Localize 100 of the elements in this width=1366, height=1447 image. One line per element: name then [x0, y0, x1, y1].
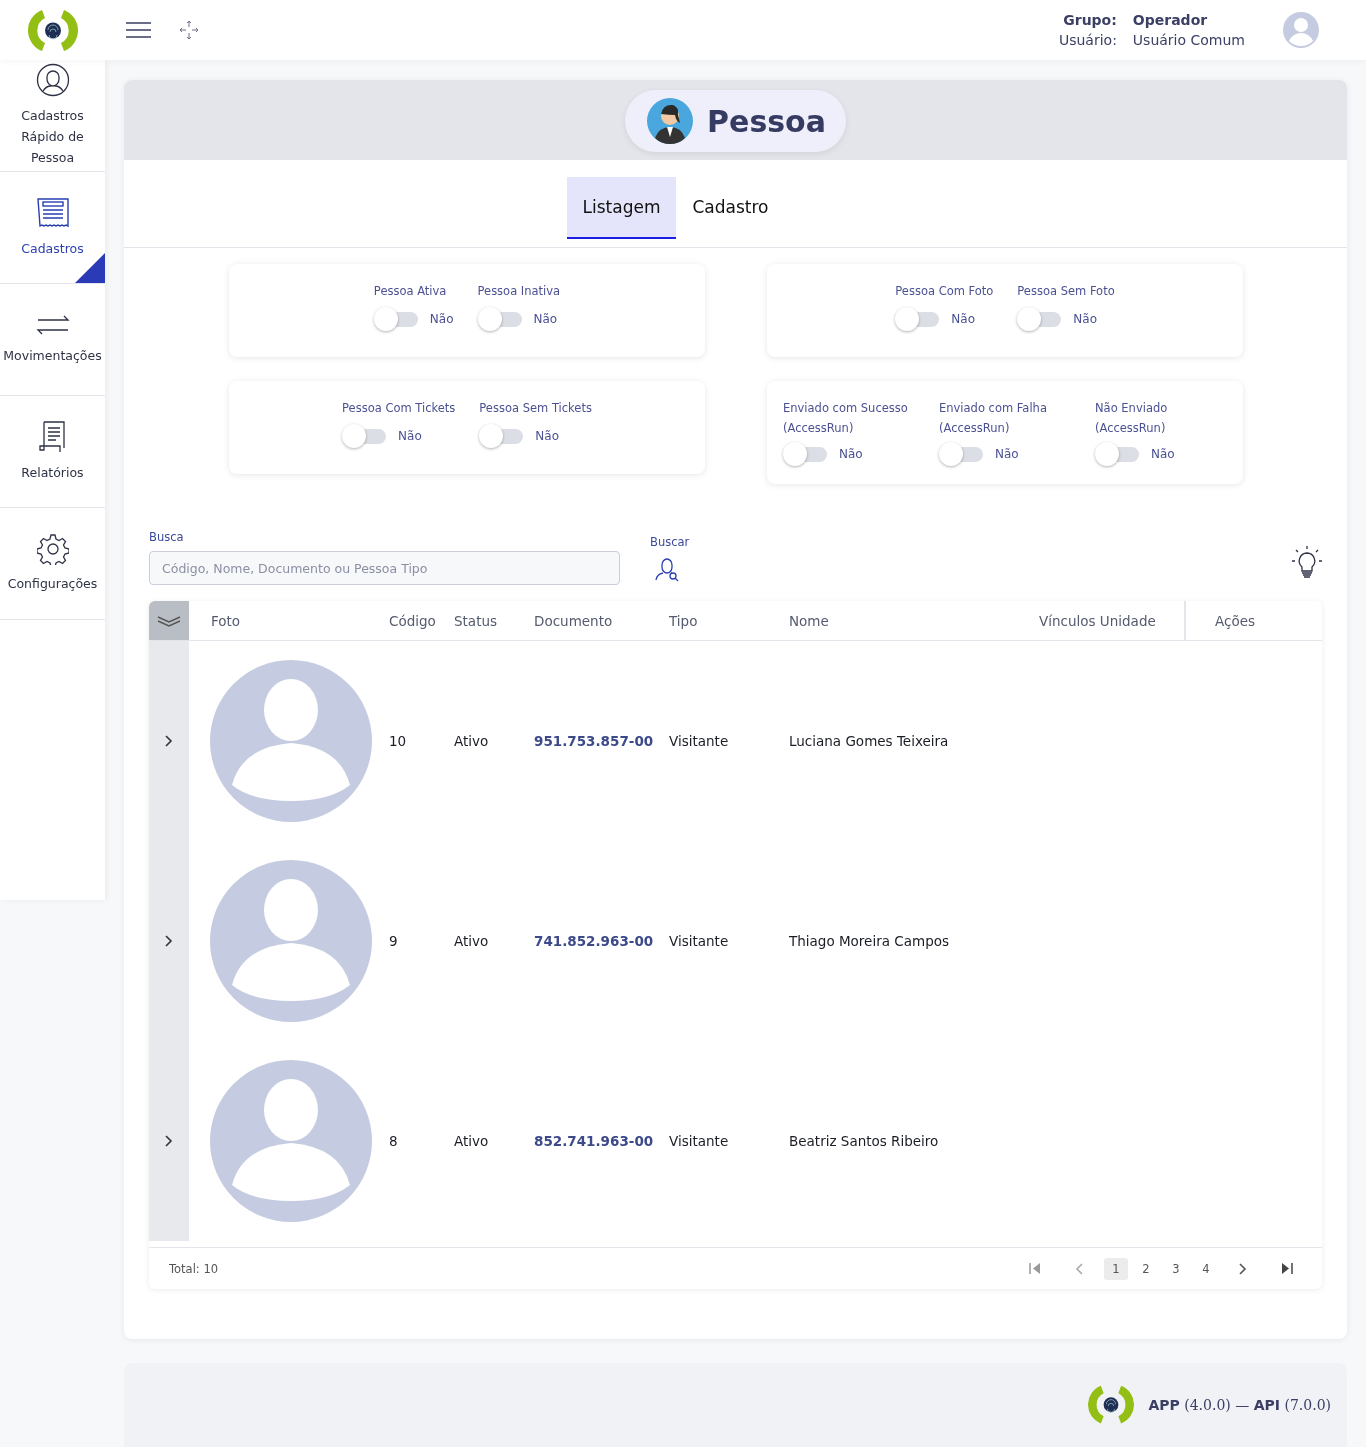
double-chevron-icon — [157, 614, 181, 627]
table-cell-text: 10 — [389, 733, 408, 749]
toggle-switch[interactable] — [342, 426, 387, 446]
fullscreen-button[interactable] — [179, 20, 199, 40]
toggle-value: Não — [995, 447, 1019, 461]
fingerprint-logo — [1088, 1384, 1135, 1426]
chevron-right-icon — [165, 735, 173, 747]
filter-label: Pessoa Sem Tickets — [479, 400, 592, 417]
table-cell-text: 9 — [389, 933, 399, 949]
chevron-right-icon — [165, 1135, 173, 1147]
tab[interactable]: Listagem — [566, 177, 677, 239]
chevron-right-icon — [165, 935, 173, 947]
chevron-left-icon — [1075, 1262, 1083, 1275]
group-value: Operador — [1132, 12, 1209, 28]
user-value: Usuário Comum — [1132, 32, 1245, 48]
column-header: Ações — [1184, 601, 1282, 640]
page-button[interactable]: 1 — [1104, 1257, 1128, 1280]
user-avatar-icon[interactable] — [1283, 12, 1319, 48]
page-button[interactable]: 4 — [1194, 1257, 1218, 1280]
page-title: Pessoa — [707, 103, 826, 139]
swap-arrows-icon — [35, 313, 70, 337]
table-cell-text: Ativo — [454, 733, 490, 749]
toggle-switch[interactable] — [1017, 309, 1062, 329]
expand-row-button[interactable] — [165, 1135, 173, 1147]
toggle-switch[interactable] — [895, 309, 940, 329]
column-header: Vínculos Unidade — [1039, 612, 1157, 629]
column-header: Nome — [789, 612, 830, 629]
total-count: Total: 10 — [169, 1261, 219, 1276]
column-header: Foto — [210, 612, 242, 629]
toggle-switch[interactable] — [373, 309, 418, 329]
toggle-value: Não — [429, 312, 454, 326]
person-icon — [35, 63, 70, 97]
toggle-switch[interactable] — [477, 309, 522, 329]
expand-row-button[interactable] — [165, 735, 173, 747]
lightbulb-icon — [1291, 545, 1323, 579]
tab[interactable]: Cadastro — [676, 177, 785, 239]
fingerprint-logo — [28, 7, 78, 53]
menu-button[interactable] — [126, 22, 151, 38]
table-cell-text: Visitante — [669, 733, 730, 749]
move-arrows-icon — [179, 20, 199, 40]
search-label: Busca — [149, 530, 185, 544]
toggle-value: Não — [398, 429, 422, 443]
search-button-label: Buscar — [650, 535, 690, 549]
settings-icon — [36, 533, 69, 565]
toggle-value: Não — [1151, 447, 1175, 461]
column-header: Código — [389, 612, 437, 629]
filter-label: Pessoa Sem Foto — [1017, 283, 1115, 300]
filter-label: Não Enviado (AccessRun) — [1095, 400, 1169, 437]
page-button[interactable]: 2 — [1134, 1257, 1158, 1280]
expand-row-button[interactable] — [165, 935, 173, 947]
last-page-icon — [1281, 1263, 1293, 1274]
person-search-icon — [654, 556, 680, 582]
collapse-all-button[interactable] — [149, 601, 189, 640]
sidebar-item[interactable]: Cadastros Rápido de Pessoa — [0, 60, 105, 172]
table-cell-text: Luciana Gomes Teixeira — [789, 733, 950, 749]
table-cell-text: Beatriz Santos Ribeiro — [789, 1133, 940, 1149]
avatar-icon — [210, 860, 372, 1022]
column-header: Status — [454, 612, 499, 629]
table-cell-text: Visitante — [669, 933, 730, 949]
toggle-switch[interactable] — [1095, 444, 1139, 464]
table-cell-text: Thiago Moreira Campos — [789, 933, 950, 949]
toggle-value: Não — [533, 312, 558, 326]
filter-label: Enviado com Falha (AccessRun) — [939, 400, 1048, 437]
toggle-switch[interactable] — [939, 444, 983, 464]
filter-label: Pessoa Com Foto — [895, 283, 994, 300]
group-label: Grupo: — [1062, 12, 1117, 28]
table-cell-text: Visitante — [669, 1133, 730, 1149]
toggle-value: Não — [951, 312, 975, 326]
table-cell-text: 852.741.963-00 — [534, 1133, 655, 1149]
chevron-right-icon — [1239, 1262, 1247, 1275]
avatar-icon — [210, 1060, 372, 1222]
sidebar-item[interactable]: Movimentações — [0, 284, 105, 396]
sidebar-item[interactable]: Configurações — [0, 508, 105, 620]
sidebar-item[interactable]: Cadastros — [0, 172, 105, 284]
table-cell-text: 741.852.963-00 — [534, 933, 655, 949]
menu-icon — [126, 22, 151, 38]
column-header: Tipo — [669, 612, 699, 629]
table-cell-text: Ativo — [454, 933, 490, 949]
toggle-value: Não — [535, 429, 559, 443]
avatar-icon — [210, 660, 372, 822]
filter-label: Pessoa Com Tickets — [342, 400, 456, 417]
first-page-icon — [1029, 1263, 1041, 1274]
table-cell-text: 8 — [389, 1133, 399, 1149]
receipt-icon — [35, 196, 70, 230]
toggle-value: Não — [1073, 312, 1097, 326]
search-field[interactable]: Código, Nome, Documento ou Pessoa Tipo — [149, 551, 620, 585]
version-text: APP (4.0.0) — API (7.0.0) — [1148, 1397, 1331, 1413]
filter-label: Enviado com Sucesso (AccessRun) — [783, 400, 909, 437]
page-button[interactable]: 3 — [1164, 1257, 1188, 1280]
toggle-value: Não — [839, 447, 863, 461]
filter-label: Pessoa Inativa — [477, 283, 561, 300]
toggle-switch[interactable] — [783, 444, 827, 464]
user-label: Usuário: — [1058, 32, 1117, 48]
filter-label: Pessoa Ativa — [373, 283, 448, 300]
person-icon — [647, 98, 694, 144]
toggle-switch[interactable] — [479, 426, 524, 446]
sidebar-item[interactable]: Relatórios — [0, 396, 105, 508]
tip-button[interactable] — [1291, 545, 1323, 579]
column-header: Documento — [534, 612, 614, 629]
table-cell-text: Ativo — [454, 1133, 490, 1149]
